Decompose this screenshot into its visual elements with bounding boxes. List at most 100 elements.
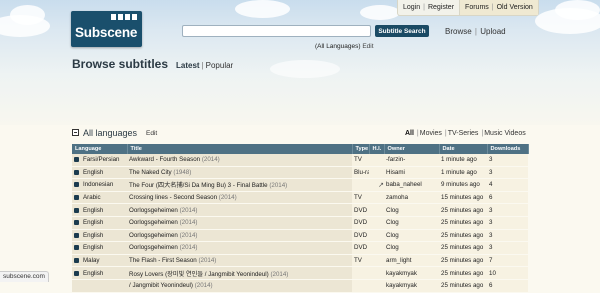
collapse-icon[interactable] [72, 129, 79, 136]
column-header-date[interactable]: Date [439, 144, 488, 154]
cloud [360, 5, 400, 20]
subtitle-title-link[interactable]: Oorlogsgeheimen [129, 244, 178, 251]
cell-owner[interactable]: Clog [384, 216, 439, 230]
browser-status-bar: subscene.com [0, 271, 49, 282]
cell-language: English [72, 166, 127, 180]
cell-title[interactable]: Awkward - Fourth Season (2014) [127, 154, 352, 167]
cell-type: TV [352, 154, 369, 167]
cell-title[interactable]: Oorlogsgeheimen (2014) [127, 216, 352, 230]
table-row[interactable]: English Oorlogsgeheimen (2014) DVD Clog 25 m… [72, 203, 528, 217]
cell-language: English [72, 216, 127, 230]
section-edit-link[interactable]: Edit [146, 130, 157, 137]
cell-owner[interactable]: kayakmyak [384, 266, 439, 280]
register-link[interactable]: Register [428, 4, 454, 11]
cell-language: Farsi/Persian [72, 154, 127, 167]
subtitle-title-link[interactable]: The Naked City [129, 169, 172, 176]
subtitle-title-link[interactable]: Oorlogsgeheimen [129, 207, 178, 214]
cell-title[interactable]: Oorlogsgeheimen (2014) [127, 241, 352, 255]
cell-date: 25 minutes ago [439, 279, 487, 293]
upload-link[interactable]: Upload [480, 27, 505, 36]
cell-owner[interactable]: arm_light [384, 254, 439, 268]
column-header-hi[interactable]: H.I. [369, 144, 385, 154]
cell-title[interactable]: Oorlogsgeheimen (2014) [127, 203, 352, 217]
cell-hi [369, 216, 384, 230]
table-row[interactable]: EnglishThe Naked City (1948)Blu-rayHisam… [72, 166, 528, 180]
tab-popular[interactable]: Popular [206, 61, 234, 70]
column-header-downloads[interactable]: Downloads [487, 144, 529, 154]
filter-tv-series[interactable]: TV-Series [448, 130, 479, 137]
language-label: English [83, 269, 104, 277]
cell-type: TV [352, 191, 369, 205]
forums-link[interactable]: Forums [465, 4, 489, 11]
cell-owner[interactable]: kayakmyak [384, 279, 439, 293]
subtitle-year: (2014) [201, 156, 220, 164]
cell-title[interactable]: The Four (四大名捕/Si Da Ming Bu) 3 - Final … [127, 178, 352, 192]
cell-date: 1 minute ago [439, 154, 487, 167]
subscene-logo[interactable]: Subscene [71, 11, 142, 47]
cell-type: DVD [352, 241, 369, 255]
ear-icon: ↗ [378, 181, 384, 189]
cell-downloads: 4 [487, 178, 528, 192]
cell-type [352, 279, 369, 293]
table-row[interactable]: / Jangmibit Yeonindeul) (2014) kayakmyak 2… [72, 279, 528, 293]
table-row[interactable]: English Rosy Lovers (장미빛 연인들 / Jangmibit … [72, 266, 528, 280]
table-row[interactable]: English Oorlogsgeheimen (2014) DVD Clog 25 m… [72, 229, 528, 243]
table-row[interactable]: English Oorlogsgeheimen (2014) DVD Clog 25 m… [72, 216, 528, 230]
subtitle-title-link[interactable]: Rosy Lovers (장미빛 연인들 / Jangmibit Yeonind… [129, 271, 269, 278]
cell-title[interactable]: The Naked City (1948) [127, 166, 352, 180]
cell-owner[interactable]: zamoha [384, 191, 439, 205]
table-row[interactable]: Indonesian The Four (四大名捕/Si Da Ming Bu) … [72, 178, 528, 192]
column-header-owner[interactable]: Owner [384, 144, 440, 154]
subtitle-title-link[interactable]: Awkward - Fourth Season [129, 156, 200, 163]
cell-owner[interactable]: -farzin- [384, 154, 439, 167]
cell-date: 15 minutes ago [439, 191, 487, 205]
column-header-title[interactable]: Title [127, 144, 353, 154]
language-filter-value: (All Languages) [315, 43, 361, 50]
table-row[interactable]: Farsi/Persian Awkward - Fourth Season (20… [72, 154, 528, 167]
cell-owner[interactable]: baba_naheel [384, 178, 439, 192]
cell-owner[interactable]: Clog [384, 203, 439, 217]
filter-all[interactable]: All [405, 130, 414, 137]
cell-hi [369, 166, 384, 180]
subtitle-title-link[interactable]: Crossing lines - Second Season [129, 194, 217, 201]
cell-downloads: 3 [487, 241, 528, 255]
tab-latest[interactable]: Latest [176, 61, 200, 70]
subtitle-title-link[interactable]: Oorlogsgeheimen [129, 232, 178, 239]
cell-downloads: 3 [487, 229, 528, 243]
language-filter-edit-link[interactable]: Edit [362, 43, 373, 50]
subtitle-title-link[interactable]: / Jangmibit Yeonindeul) [129, 282, 193, 289]
cell-type: DVD [352, 203, 369, 217]
column-header-type[interactable]: Type [352, 144, 370, 154]
search-input[interactable] [182, 25, 371, 37]
filter-music-videos[interactable]: Music Videos [484, 130, 526, 137]
cell-owner[interactable]: Clog [384, 241, 439, 255]
table-row[interactable]: Arabic Crossing lines - Second Season (20… [72, 191, 528, 205]
filter-movies[interactable]: Movies [420, 130, 442, 137]
language-filter: (All Languages) Edit [315, 43, 374, 50]
language-label: English [83, 219, 104, 227]
subtitle-year: (2014) [198, 257, 217, 265]
login-link[interactable]: Login [403, 4, 420, 11]
subtitle-title-link[interactable]: The Flash - First Season [129, 257, 197, 264]
subtitle-title-link[interactable]: Oorlogsgeheimen [129, 219, 178, 226]
cell-title[interactable]: / Jangmibit Yeonindeul) (2014) [127, 279, 352, 293]
cell-date: 9 minutes ago [439, 178, 487, 192]
browse-link[interactable]: Browse [445, 27, 472, 36]
old-version-link[interactable]: Old Version [497, 4, 533, 11]
cell-hi: ↗ [369, 178, 384, 192]
cell-title[interactable]: Rosy Lovers (장미빛 연인들 / Jangmibit Yeonind… [127, 266, 352, 280]
subtitle-title-link[interactable]: The Four (四大名捕/Si Da Ming Bu) 3 - Final … [129, 182, 268, 189]
cell-title[interactable]: Crossing lines - Second Season (2014) [127, 191, 352, 205]
cell-type: DVD [352, 216, 369, 230]
cell-title[interactable]: The Flash - First Season (2014) [127, 254, 352, 268]
cell-title[interactable]: Oorlogsgeheimen (2014) [127, 229, 352, 243]
cell-hi [369, 154, 384, 167]
cell-owner[interactable]: Clog [384, 229, 439, 243]
table-row[interactable]: Malay The Flash - First Season (2014) TV ar… [72, 254, 528, 268]
cloud [10, 5, 45, 25]
table-row[interactable]: English Oorlogsgeheimen (2014) DVD Clog 25 m… [72, 241, 528, 255]
cell-owner[interactable]: Hisami [384, 166, 439, 180]
column-header-language[interactable]: Language [72, 144, 128, 154]
language-label: Arabic [83, 194, 101, 202]
subtitle-search-button[interactable]: Subtitle Search [375, 25, 429, 37]
